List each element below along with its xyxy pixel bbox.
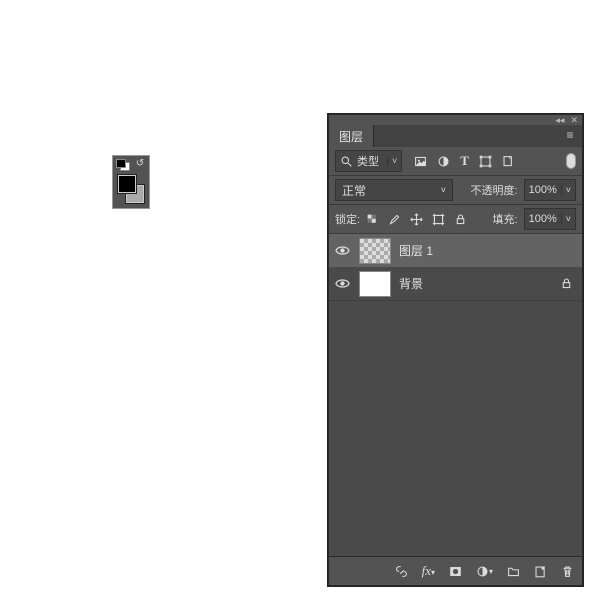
- tab-layers[interactable]: 图层: [329, 125, 374, 147]
- fill-value: 100%: [525, 213, 561, 225]
- blend-mode-select[interactable]: 正常 ˅: [335, 179, 453, 201]
- default-colors-button[interactable]: [116, 159, 130, 171]
- panel-top-strip: ◂◂ ✕: [329, 115, 582, 125]
- lock-icon-group: [366, 213, 467, 226]
- chevron-down-icon: ˅: [441, 185, 446, 195]
- filter-shape-icon[interactable]: [479, 155, 492, 168]
- layer-thumbnail[interactable]: [359, 238, 391, 264]
- fill-input[interactable]: 100% ˅: [524, 208, 576, 230]
- filter-icon-group: T: [414, 153, 515, 169]
- blend-opacity-row: 正常 ˅ 不透明度: 100% ˅: [329, 176, 582, 205]
- layers-panel-footer: fx▾ ▾: [329, 556, 582, 585]
- lock-label: 锁定:: [335, 211, 360, 227]
- visibility-toggle-icon[interactable]: [335, 243, 351, 258]
- search-icon: [340, 155, 353, 168]
- foreground-color-swatch[interactable]: [117, 174, 137, 194]
- panel-menu-button[interactable]: ≡: [562, 128, 578, 142]
- layer-locked-icon: [560, 277, 576, 290]
- color-swatch-tool: ↺: [112, 155, 150, 209]
- new-group-button[interactable]: [507, 565, 520, 578]
- opacity-value: 100%: [525, 184, 561, 196]
- collapse-icon[interactable]: ◂◂: [555, 115, 564, 126]
- visibility-toggle-icon[interactable]: [335, 276, 351, 291]
- layer-filter-row: 类型 ˅ T: [329, 147, 582, 176]
- layer-row[interactable]: 图层 1: [329, 234, 582, 267]
- swap-colors-button[interactable]: ↺: [134, 158, 146, 170]
- filter-type-label: 类型: [357, 153, 379, 169]
- filter-type-select[interactable]: 类型 ˅: [335, 150, 402, 172]
- layers-panel: ◂◂ ✕ 图层 ≡ 类型 ˅ T: [328, 114, 583, 586]
- layer-thumbnail[interactable]: [359, 271, 391, 297]
- close-panel-icon[interactable]: ✕: [570, 115, 578, 126]
- panel-tab-bar: 图层 ≡: [329, 125, 582, 147]
- lock-brush-icon[interactable]: [388, 213, 401, 226]
- default-fg-mini-icon: [116, 159, 126, 168]
- lock-fill-row: 锁定: 填充: 100% ˅: [329, 205, 582, 234]
- filter-smartobject-icon[interactable]: [502, 155, 515, 168]
- layer-effects-button[interactable]: fx▾: [422, 563, 435, 579]
- layer-row[interactable]: 背景: [329, 267, 582, 301]
- filter-pixel-icon[interactable]: [414, 155, 427, 168]
- link-layers-button[interactable]: [395, 565, 408, 578]
- filter-type-icon[interactable]: T: [460, 153, 469, 169]
- chevron-down-icon: ˅: [561, 214, 575, 224]
- filter-toggle-switch[interactable]: [566, 153, 576, 169]
- blend-mode-value: 正常: [342, 182, 366, 199]
- layer-name-label[interactable]: 背景: [399, 275, 552, 292]
- opacity-input[interactable]: 100% ˅: [524, 179, 576, 201]
- layer-name-label[interactable]: 图层 1: [399, 242, 576, 259]
- lock-position-icon[interactable]: [410, 213, 423, 226]
- filter-adjustment-icon[interactable]: [437, 155, 450, 168]
- new-adjustment-layer-button[interactable]: ▾: [476, 565, 493, 578]
- new-layer-button[interactable]: [534, 565, 547, 578]
- delete-layer-button[interactable]: [561, 565, 574, 578]
- lock-artboard-icon[interactable]: [432, 213, 445, 226]
- color-swatches: [117, 174, 145, 204]
- chevron-down-icon: ˅: [561, 185, 575, 195]
- lock-all-icon[interactable]: [454, 213, 467, 226]
- chevron-down-icon: ˅: [387, 156, 397, 166]
- fill-label: 填充:: [493, 211, 518, 227]
- add-mask-button[interactable]: [449, 565, 462, 578]
- lock-transparency-icon[interactable]: [366, 213, 379, 226]
- layers-list: 图层 1 背景: [329, 234, 582, 556]
- opacity-label: 不透明度:: [471, 182, 518, 198]
